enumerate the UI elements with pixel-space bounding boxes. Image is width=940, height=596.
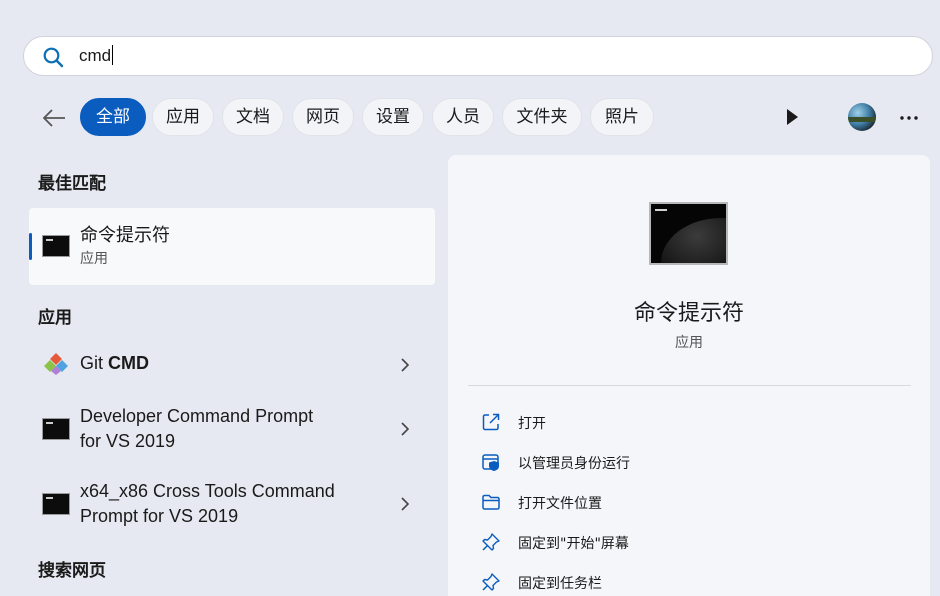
search-input[interactable]: cmd bbox=[23, 36, 933, 76]
text-caret bbox=[112, 45, 114, 65]
action-open[interactable]: 打开 bbox=[481, 410, 881, 434]
best-match-subtitle: 应用 bbox=[80, 251, 108, 267]
action-run-as-admin[interactable]: 以管理员身份运行 bbox=[481, 450, 881, 474]
action-open-file-location[interactable]: 打开文件位置 bbox=[481, 490, 881, 514]
icon-gloss bbox=[661, 218, 726, 263]
pin-icon bbox=[482, 533, 500, 551]
search-text: cmd bbox=[79, 45, 114, 65]
section-apps: 应用 bbox=[38, 308, 72, 328]
app-name-git-cmd: Git CMD bbox=[80, 353, 150, 373]
cmd-icon bbox=[42, 235, 70, 257]
filter-all[interactable]: 全部 bbox=[80, 98, 146, 136]
action-pin-to-taskbar[interactable]: 固定到任务栏 bbox=[481, 570, 881, 594]
best-match-item[interactable]: 命令提示符 应用 bbox=[29, 208, 435, 285]
section-best-match: 最佳匹配 bbox=[38, 174, 106, 194]
cmd-large-icon bbox=[649, 202, 728, 265]
filter-settings[interactable]: 设置 bbox=[362, 98, 424, 136]
detail-title: 命令提示符 bbox=[633, 301, 744, 326]
detail-panel: 命令提示符 应用 打开 以管理员身份运行 打开文件位置 固定到"开始"屏幕 固定… bbox=[448, 155, 930, 596]
more-icon[interactable] bbox=[900, 116, 918, 120]
app-name-line2: Prompt for VS 2019 bbox=[80, 506, 239, 526]
selection-indicator bbox=[29, 233, 32, 260]
avatar[interactable] bbox=[848, 103, 876, 131]
filter-people[interactable]: 人员 bbox=[432, 98, 494, 136]
icon-prompt bbox=[655, 209, 667, 211]
action-label: 以管理员身份运行 bbox=[518, 456, 630, 472]
cmd-icon bbox=[42, 418, 70, 440]
cmd-icon bbox=[42, 493, 70, 515]
app-item-git-cmd[interactable]: Git CMD bbox=[29, 345, 435, 383]
action-label: 固定到"开始"屏幕 bbox=[518, 536, 629, 552]
best-match-title: 命令提示符 bbox=[80, 225, 170, 246]
filter-folders[interactable]: 文件夹 bbox=[502, 98, 582, 136]
shield-admin-icon bbox=[482, 454, 499, 471]
git-icon bbox=[44, 353, 68, 375]
chevron-right-icon[interactable] bbox=[400, 358, 410, 372]
action-label: 固定到任务栏 bbox=[518, 576, 602, 592]
open-icon bbox=[482, 413, 500, 431]
app-name-line1: Developer Command Prompt bbox=[80, 406, 314, 426]
filter-documents[interactable]: 文档 bbox=[222, 98, 284, 136]
filter-apps[interactable]: 应用 bbox=[152, 98, 214, 136]
chevron-right-icon[interactable] bbox=[400, 497, 410, 511]
search-icon bbox=[43, 47, 64, 68]
filter-photos[interactable]: 照片 bbox=[590, 98, 654, 136]
folder-icon bbox=[482, 494, 500, 510]
back-arrow-icon[interactable] bbox=[40, 104, 68, 132]
avatar-landscape bbox=[848, 117, 876, 122]
filter-web[interactable]: 网页 bbox=[292, 98, 354, 136]
action-label: 打开文件位置 bbox=[518, 496, 602, 512]
section-search-web: 搜索网页 bbox=[38, 561, 106, 581]
detail-subtitle: 应用 bbox=[675, 335, 703, 351]
app-name-line2: for VS 2019 bbox=[80, 431, 176, 451]
action-label: 打开 bbox=[518, 416, 546, 432]
divider bbox=[468, 385, 911, 386]
action-pin-to-start[interactable]: 固定到"开始"屏幕 bbox=[481, 530, 881, 554]
chevron-right-icon[interactable] bbox=[400, 422, 410, 436]
pin-icon bbox=[482, 573, 500, 591]
app-item-x64-x86-cross-tools[interactable]: x64_x86 Cross Tools Command Prompt for V… bbox=[29, 477, 435, 531]
play-icon[interactable] bbox=[785, 108, 799, 126]
app-item-dev-cmd-prompt[interactable]: Developer Command Prompt for VS 2019 bbox=[29, 402, 435, 456]
app-name-line1: x64_x86 Cross Tools Command bbox=[80, 481, 335, 501]
